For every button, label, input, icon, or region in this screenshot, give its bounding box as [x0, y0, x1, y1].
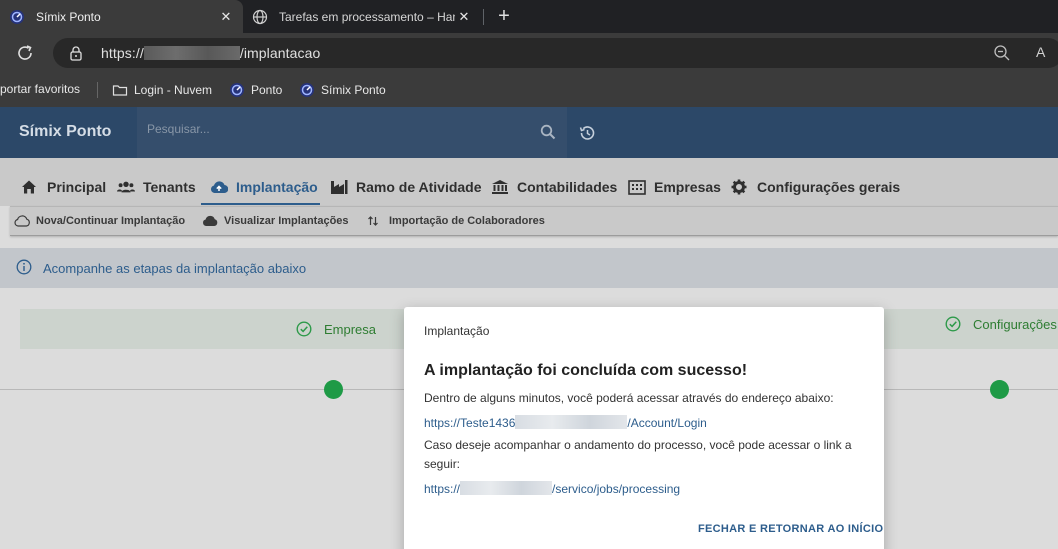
nav-label: Tenants [143, 179, 196, 195]
url-text: https:///implantacao [101, 45, 321, 61]
folder-icon [112, 82, 128, 98]
nav-label: Empresas [654, 179, 721, 195]
globe-icon [252, 9, 268, 25]
nav-ramo-atividade[interactable]: Ramo de Atividade [330, 179, 482, 195]
zoom-out-icon[interactable] [993, 44, 1011, 62]
subnav-label: Visualizar Implantações [224, 215, 349, 227]
check-circle-icon [296, 321, 312, 337]
browser-tab-title: Tarefas em processamento – Hang [279, 9, 455, 24]
users-icon [117, 179, 135, 195]
gear-icon [731, 179, 749, 195]
nav-contabilidades[interactable]: Contabilidades [491, 179, 617, 195]
browser-tab-simix[interactable]: Símix Ponto ✕ [0, 0, 243, 33]
nav-configuracoes-gerais[interactable]: Configurações gerais [731, 179, 900, 195]
favorite-label: Ponto [251, 83, 283, 97]
redacted-host [143, 46, 240, 60]
nav-tenants[interactable]: Tenants [117, 179, 196, 195]
subnav-importacao-colaboradores[interactable]: Importação de Colaboradores [367, 215, 545, 227]
success-dialog: Implantação A implantação foi concluída … [404, 307, 884, 549]
address-bar[interactable]: https:///implantacao A [53, 38, 1058, 68]
search-placeholder: Pesquisar... [147, 122, 210, 136]
favorite-import[interactable]: portar favoritos [0, 82, 80, 96]
favorite-label: Login - Nuvem [134, 83, 213, 97]
step-empresa[interactable]: Empresa [296, 321, 376, 337]
nav-label: Contabilidades [517, 179, 618, 195]
tab-divider [483, 9, 484, 25]
favorite-simix-ponto[interactable]: Símix Ponto [299, 82, 386, 98]
close-icon[interactable]: ✕ [217, 8, 235, 26]
cloud-upload-icon [210, 179, 228, 195]
history-icon[interactable] [578, 124, 596, 142]
favorite-ponto[interactable]: Ponto [229, 82, 282, 98]
redacted-host [460, 481, 553, 495]
cloud-filled-icon [202, 215, 218, 227]
browser-tab-title: Símix Ponto [36, 9, 101, 24]
simix-logo-icon [9, 9, 25, 25]
info-text: Acompanhe as etapas da implantação abaix… [43, 261, 307, 276]
browser-tab-strip: Símix Ponto ✕ Tarefas em processamento –… [0, 0, 1058, 33]
subnav-visualizar[interactable]: Visualizar Implantações [202, 215, 349, 227]
cloud-outline-icon [14, 215, 30, 227]
favorite-label: portar favoritos [0, 82, 81, 96]
nav-label: Principal [47, 179, 107, 195]
new-tab-button[interactable]: + [493, 5, 515, 27]
info-icon [16, 259, 32, 275]
sort-arrows-icon [367, 215, 383, 227]
app-brand[interactable]: Símix Ponto [19, 123, 111, 141]
subnav-label: Importação de Colaboradores [389, 215, 545, 227]
simix-logo-icon [229, 82, 245, 98]
step-label-text: Configurações [973, 316, 1057, 332]
login-url-link[interactable]: https://Teste1436/Account/Login [424, 415, 707, 430]
step-label-text: Empresa [324, 321, 377, 337]
lock-icon[interactable] [68, 45, 84, 61]
industry-icon [330, 179, 348, 195]
browser-tab-tarefas[interactable]: Tarefas em processamento – Hang ✕ [243, 0, 481, 33]
step-configuracoes[interactable]: Configurações [945, 316, 1057, 332]
read-aloud-icon[interactable]: A [1036, 44, 1045, 60]
search-input[interactable]: Pesquisar... [137, 107, 567, 158]
redacted-host [515, 415, 628, 429]
bank-icon [491, 179, 509, 195]
building-icon [628, 179, 646, 195]
simix-logo-icon [299, 82, 315, 98]
app-header: Símix Ponto Pesquisar... [0, 107, 1058, 158]
dialog-message-2: Caso deseje acompanhar o andamento do pr… [424, 438, 852, 471]
search-icon[interactable] [540, 124, 556, 140]
favorites-divider [97, 82, 98, 98]
subnav-label: Nova/Continuar Implantação [36, 215, 186, 227]
subnav-nova-continuar[interactable]: Nova/Continuar Implantação [14, 215, 185, 227]
step-dot-configuracoes [990, 380, 1009, 399]
home-icon [21, 179, 39, 195]
nav-label: Configurações gerais [757, 179, 901, 195]
favorites-bar: portar favoritos Login - Nuvem Ponto Sím… [0, 73, 1058, 107]
info-alert: Acompanhe as etapas da implantação abaix… [0, 248, 1058, 288]
favorite-label: Símix Ponto [321, 83, 386, 97]
nav-implantacao[interactable]: Implantação [210, 179, 318, 195]
browser-toolbar: https:///implantacao A [0, 33, 1058, 73]
favorite-login-nuvem[interactable]: Login - Nuvem [112, 82, 212, 98]
nav-label: Implantação [236, 179, 318, 195]
check-circle-icon [945, 316, 961, 332]
close-icon[interactable]: ✕ [455, 8, 473, 26]
main-nav: Principal Tenants Implantação Ramo de At… [0, 158, 1058, 206]
close-and-return-button[interactable]: FECHAR E RETORNAR AO INÍCIO [698, 523, 883, 535]
nav-label: Ramo de Atividade [356, 179, 482, 195]
dialog-message-1: Dentro de alguns minutos, você poderá ac… [424, 391, 834, 405]
sub-nav: Nova/Continuar Implantação Visualizar Im… [10, 206, 1058, 236]
nav-principal[interactable]: Principal [21, 179, 106, 195]
dialog-title: Implantação [424, 324, 490, 338]
dialog-heading: A implantação foi concluída com sucesso! [424, 362, 748, 379]
nav-empresas[interactable]: Empresas [628, 179, 721, 195]
step-dot-empresa [324, 380, 343, 399]
reload-icon[interactable] [14, 42, 36, 64]
processing-url-link[interactable]: https:///servico/jobs/processing [424, 481, 680, 496]
active-tab-indicator [201, 203, 320, 205]
